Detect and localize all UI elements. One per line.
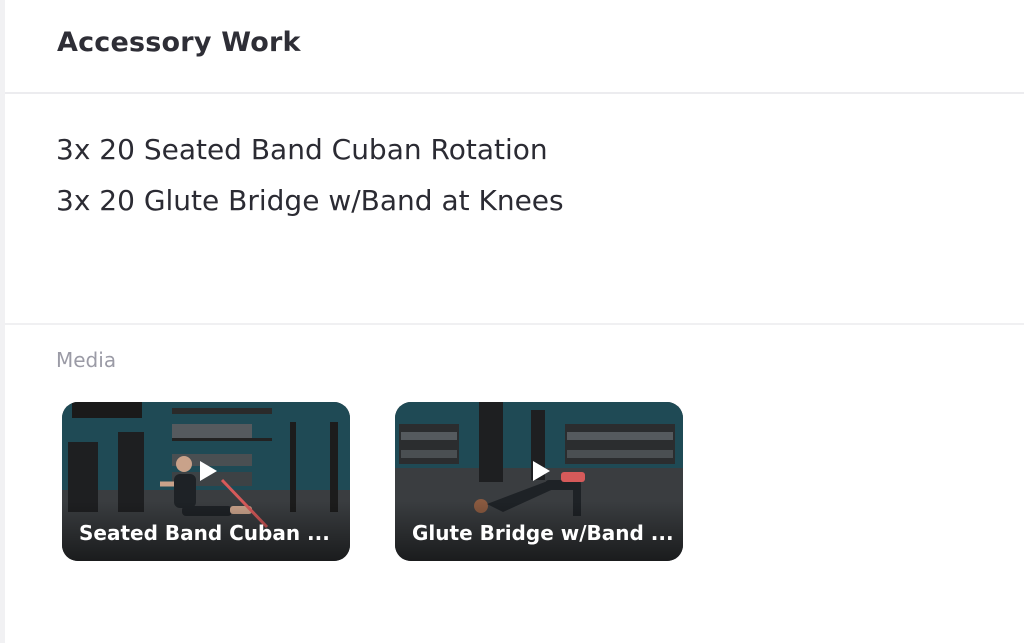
exercise-item: 3x 20 Seated Band Cuban Rotation — [56, 133, 548, 166]
video-card-seated-band-cuban[interactable]: Seated Band Cuban ... — [62, 402, 350, 561]
section-divider — [5, 323, 1024, 325]
section-header: Accessory Work — [5, 0, 1024, 94]
play-icon[interactable] — [200, 460, 217, 481]
video-caption: Glute Bridge w/Band ... — [412, 521, 673, 545]
left-border — [0, 0, 5, 643]
play-icon[interactable] — [533, 460, 550, 481]
exercise-list: 3x 20 Seated Band Cuban Rotation 3x 20 G… — [56, 124, 564, 226]
exercise-item: 3x 20 Glute Bridge w/Band at Knees — [56, 184, 564, 217]
media-label: Media — [56, 348, 117, 372]
section-title: Accessory Work — [57, 27, 301, 58]
video-card-glute-bridge[interactable]: Glute Bridge w/Band ... — [395, 402, 683, 561]
video-caption: Seated Band Cuban ... — [79, 521, 330, 545]
